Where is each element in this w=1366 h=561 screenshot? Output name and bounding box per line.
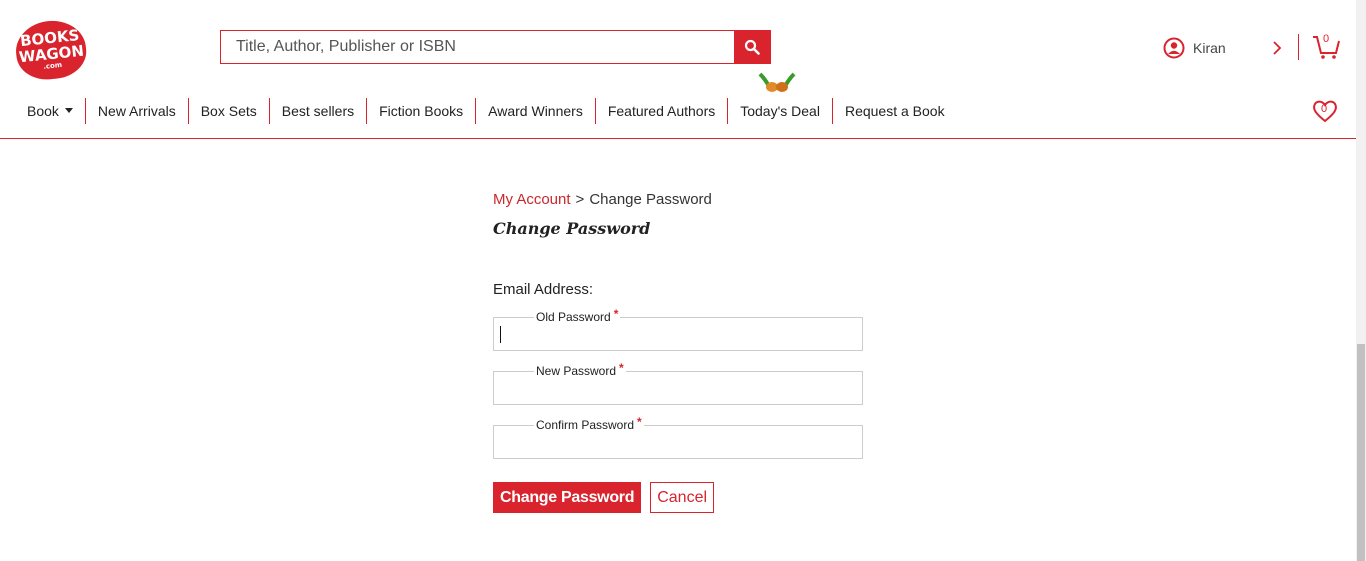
scrollbar-thumb[interactable]	[1357, 344, 1365, 561]
nav-new-arrivals[interactable]: New Arrivals	[86, 98, 189, 124]
cart-count: 0	[1323, 33, 1330, 45]
search-icon	[744, 39, 760, 55]
breadcrumb: My Account > Change Password	[493, 187, 873, 211]
bookswagon-logo[interactable]: BOOKS WAGON .com	[13, 15, 90, 83]
breadcrumb-separator: >	[575, 190, 585, 208]
deal-decoration-icon	[758, 72, 796, 92]
nav-box-sets[interactable]: Box Sets	[189, 98, 270, 124]
search-button[interactable]	[734, 31, 770, 63]
main-nav: Book New Arrivals Box Sets Best sellers …	[14, 98, 957, 124]
nav-book[interactable]: Book	[14, 98, 86, 124]
header-divider	[1298, 34, 1299, 60]
old-password-input[interactable]	[494, 318, 862, 350]
nav-featured-authors[interactable]: Featured Authors	[596, 98, 729, 124]
nav-best-sellers[interactable]: Best sellers	[270, 98, 368, 124]
confirm-password-field: Confirm Password *	[493, 415, 863, 459]
nav-book-label: Book	[27, 103, 59, 119]
logo-line-3: .com	[42, 60, 63, 71]
cancel-button[interactable]: Cancel	[650, 482, 715, 513]
change-password-panel: My Account > Change Password Change Pass…	[493, 187, 873, 513]
form-actions: Change Password Cancel	[493, 482, 873, 513]
old-password-field: Old Password *	[493, 307, 863, 351]
nav-todays-deal[interactable]: Today's Deal	[728, 98, 833, 124]
nav-award-winners[interactable]: Award Winners	[476, 98, 596, 124]
nav-fiction-books[interactable]: Fiction Books	[367, 98, 477, 124]
wishlist-button[interactable]: 0	[1312, 99, 1338, 123]
user-menu[interactable]: Kiran	[1163, 36, 1226, 60]
user-circle-icon	[1163, 37, 1185, 59]
email-address-label: Email Address:	[493, 281, 594, 298]
new-password-input[interactable]	[494, 372, 862, 404]
nav-request-a-book[interactable]: Request a Book	[833, 98, 957, 124]
breadcrumb-current: Change Password	[589, 190, 712, 208]
search-input[interactable]	[221, 31, 735, 63]
text-cursor	[500, 326, 501, 343]
confirm-password-input[interactable]	[494, 426, 862, 458]
search-bar	[220, 30, 771, 64]
site-header: BOOKS WAGON .com Kiran 0	[0, 0, 1356, 139]
page-title: Change Password	[493, 219, 651, 238]
new-password-field: New Password *	[493, 361, 863, 405]
logo-mark: BOOKS WAGON .com	[13, 17, 89, 83]
wishlist-count: 0	[1321, 103, 1328, 115]
user-name: Kiran	[1193, 40, 1226, 56]
page-scrollbar[interactable]	[1356, 0, 1366, 561]
change-password-button[interactable]: Change Password	[493, 482, 642, 513]
caret-down-icon	[64, 107, 73, 113]
breadcrumb-my-account[interactable]: My Account	[493, 191, 571, 208]
cart-button[interactable]: 0	[1312, 33, 1340, 60]
chevron-right-icon[interactable]	[1272, 40, 1282, 56]
